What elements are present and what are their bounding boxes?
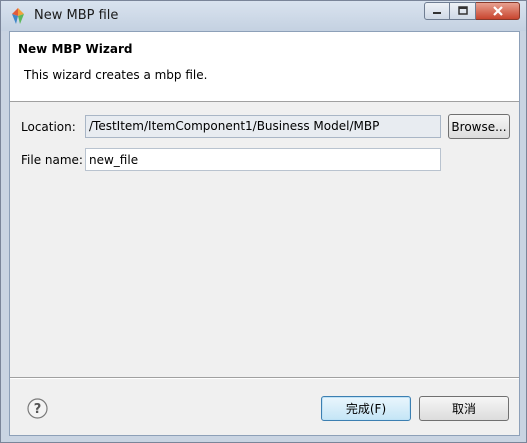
close-icon [492,6,503,16]
location-field[interactable]: /TestItem/ItemComponent1/Business Model/… [85,115,441,138]
wizard-header: New MBP Wizard This wizard creates a mbp… [10,32,519,102]
title-bar[interactable]: New MBP file [1,1,526,31]
window-title: New MBP file [34,8,119,23]
eclipse-diamond-icon [12,8,24,24]
close-button[interactable] [476,2,520,20]
maximize-button[interactable] [450,2,476,20]
filename-input[interactable] [85,148,441,171]
filename-label: File name: [21,153,83,167]
browse-button[interactable]: Browse... [448,114,510,139]
minimize-icon [433,12,441,14]
cancel-button[interactable]: 取消 [419,396,509,421]
svg-text:?: ? [34,402,42,417]
finish-button[interactable]: 完成(F) [321,396,411,421]
dialog-body: New MBP Wizard This wizard creates a mbp… [9,31,520,436]
help-question-icon[interactable]: ? [27,398,48,419]
minimize-button[interactable] [424,2,450,20]
footer-separator [10,377,519,379]
location-label: Location: [21,120,76,134]
maximize-icon [457,6,468,15]
wizard-title: New MBP Wizard [18,42,133,56]
window-controls [424,2,520,22]
wizard-description: This wizard creates a mbp file. [24,68,208,82]
dialog-window: New MBP file New MBP Wizard This wizard … [0,0,527,443]
